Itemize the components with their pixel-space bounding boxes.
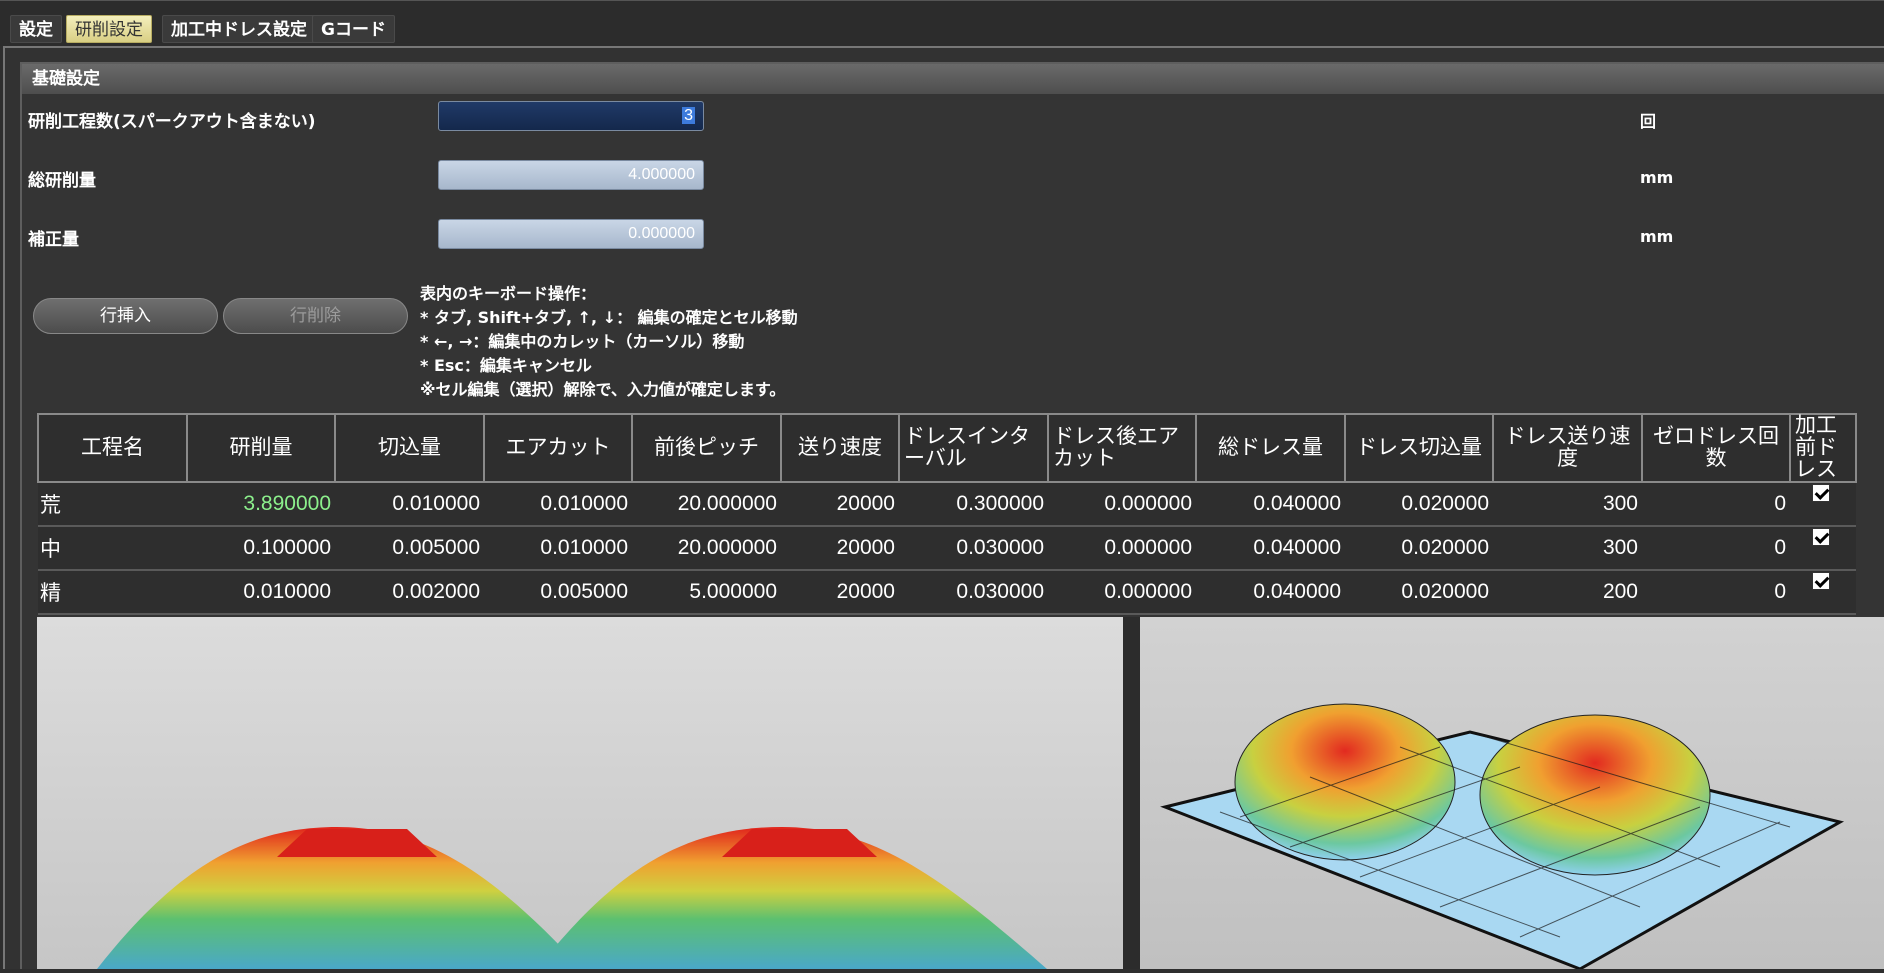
field-label-total-grinding: 総研削量 <box>28 171 96 191</box>
pre-dress-checkbox[interactable] <box>1812 484 1830 502</box>
total-grinding-input[interactable]: 4.000000 <box>438 160 704 190</box>
cell-depth-of-cut[interactable]: 0.005000 <box>335 526 484 571</box>
tab-settings[interactable]: 設定 <box>10 15 62 43</box>
cell-grinding-amount[interactable]: 3.890000 <box>187 482 335 527</box>
field-label-process-count: 研削工程数(スパークアウト含まない) <box>28 112 316 132</box>
col-grinding-amount: 研削量 <box>186 413 336 483</box>
cell-zero-dress-count[interactable]: 0 <box>1642 526 1790 571</box>
cell-process-name[interactable]: 荒 <box>38 482 187 527</box>
cell-pre-dress <box>1790 570 1856 615</box>
cell-dress-feed[interactable]: 300 <box>1493 526 1642 571</box>
cell-air-cut[interactable]: 0.010000 <box>484 482 632 527</box>
cell-total-dress[interactable]: 0.040000 <box>1196 482 1345 527</box>
cell-dress-feed[interactable]: 300 <box>1493 482 1642 527</box>
correction-unit: mm <box>1640 227 1674 246</box>
process-count-value: 3 <box>682 107 695 124</box>
cell-total-dress[interactable]: 0.040000 <box>1196 526 1345 571</box>
mesh-dome-left <box>1234 703 1456 861</box>
delete-row-button[interactable]: 行削除 <box>223 298 408 334</box>
cell-pitch[interactable]: 20.000000 <box>632 526 781 571</box>
tab-bar: 設定 研削設定 加工中ドレス設定 Gコード <box>0 0 1884 46</box>
tab-dress-during-machining[interactable]: 加工中ドレス設定 <box>162 15 316 43</box>
col-zero-dress-count: ゼロドレス回数 <box>1641 413 1791 483</box>
cell-dress-feed[interactable]: 200 <box>1493 570 1642 615</box>
correction-input[interactable]: 0.000000 <box>438 219 704 249</box>
col-dress-interval: ドレスインターバル <box>898 413 1049 483</box>
col-air-cut: エアカット <box>483 413 633 483</box>
cell-dress-cut[interactable]: 0.020000 <box>1345 526 1493 571</box>
cell-post-dress-air-cut[interactable]: 0.000000 <box>1048 482 1196 527</box>
cell-zero-dress-count[interactable]: 0 <box>1642 482 1790 527</box>
process-count-unit: 回 <box>1640 112 1657 131</box>
cell-total-dress[interactable]: 0.040000 <box>1196 570 1345 615</box>
surface-front-render <box>97 827 1047 969</box>
cell-process-name[interactable]: 中 <box>38 526 187 571</box>
col-depth-of-cut: 切込量 <box>334 413 485 483</box>
cell-grinding-amount[interactable]: 0.010000 <box>187 570 335 615</box>
cell-dress-interval[interactable]: 0.300000 <box>899 482 1048 527</box>
table-row[interactable]: 精 0.010000 0.002000 0.005000 5.000000 20… <box>38 570 1856 615</box>
cell-dress-interval[interactable]: 0.030000 <box>899 526 1048 571</box>
table-header-row: 工程名 研削量 切込量 エアカット 前後ピッチ 送り速度 ドレスインターバル ド… <box>37 413 1857 483</box>
help-line: * ←, →：編集中のカレット（カーソル）移動 <box>420 332 745 351</box>
cell-dress-interval[interactable]: 0.030000 <box>899 570 1048 615</box>
surface-iso-render <box>1160 703 1845 971</box>
cell-pre-dress <box>1790 526 1856 571</box>
cell-dress-cut[interactable]: 0.020000 <box>1345 570 1493 615</box>
insert-row-button[interactable]: 行挿入 <box>33 298 218 334</box>
surface-3d-view-iso[interactable] <box>1140 617 1884 971</box>
col-pre-dress: 加工前ドレス <box>1789 413 1857 483</box>
tab-gcode[interactable]: Gコード <box>312 15 395 43</box>
table-row[interactable]: 荒 3.890000 0.010000 0.010000 20.000000 2… <box>38 482 1856 527</box>
cell-air-cut[interactable]: 0.005000 <box>484 570 632 615</box>
cell-pitch[interactable]: 20.000000 <box>632 482 781 527</box>
help-line: * Esc：編集キャンセル <box>420 356 592 375</box>
cell-process-name[interactable]: 精 <box>38 570 187 615</box>
help-line: ※セル編集（選択）解除で、入力値が確定します。 <box>420 380 786 399</box>
cell-grinding-amount[interactable]: 0.100000 <box>187 526 335 571</box>
cell-post-dress-air-cut[interactable]: 0.000000 <box>1048 570 1196 615</box>
group-title: 基礎設定 <box>22 64 1884 94</box>
col-dress-feed: ドレス送り速度 <box>1492 413 1643 483</box>
pre-dress-checkbox[interactable] <box>1812 528 1830 546</box>
tab-grinding-settings[interactable]: 研削設定 <box>66 15 152 43</box>
cell-depth-of-cut[interactable]: 0.010000 <box>335 482 484 527</box>
pre-dress-checkbox[interactable] <box>1812 572 1830 590</box>
keyboard-help: 表内のキーボード操作： * タブ, Shift+タブ, ↑, ↓： 編集の確定と… <box>420 282 798 402</box>
col-post-dress-air-cut: ドレス後エアカット <box>1047 413 1197 483</box>
cell-feed-rate[interactable]: 20000 <box>781 570 899 615</box>
help-line: * タブ, Shift+タブ, ↑, ↓： 編集の確定とセル移動 <box>420 308 798 327</box>
cell-dress-cut[interactable]: 0.020000 <box>1345 482 1493 527</box>
process-table: 工程名 研削量 切込量 エアカット 前後ピッチ 送り速度 ドレスインターバル ド… <box>37 413 1857 615</box>
view-divider <box>1123 617 1140 969</box>
col-process-name: 工程名 <box>37 413 188 483</box>
total-grinding-unit: mm <box>1640 168 1674 187</box>
cell-depth-of-cut[interactable]: 0.002000 <box>335 570 484 615</box>
cell-pre-dress <box>1790 482 1856 527</box>
col-feed-rate: 送り速度 <box>780 413 900 483</box>
cell-pitch[interactable]: 5.000000 <box>632 570 781 615</box>
cell-air-cut[interactable]: 0.010000 <box>484 526 632 571</box>
process-count-input[interactable]: 3 <box>438 101 704 131</box>
col-dress-cut: ドレス切込量 <box>1344 413 1494 483</box>
mesh-dome-right <box>1479 714 1711 876</box>
table-row[interactable]: 中 0.100000 0.005000 0.010000 20.000000 2… <box>38 526 1856 571</box>
field-label-correction: 補正量 <box>28 230 79 250</box>
cell-post-dress-air-cut[interactable]: 0.000000 <box>1048 526 1196 571</box>
cell-zero-dress-count[interactable]: 0 <box>1642 570 1790 615</box>
col-pitch: 前後ピッチ <box>631 413 782 483</box>
cell-feed-rate[interactable]: 20000 <box>781 526 899 571</box>
col-total-dress: 総ドレス量 <box>1195 413 1346 483</box>
help-line: 表内のキーボード操作： <box>420 284 597 303</box>
cell-feed-rate[interactable]: 20000 <box>781 482 899 527</box>
surface-3d-view-front[interactable] <box>37 617 1123 969</box>
